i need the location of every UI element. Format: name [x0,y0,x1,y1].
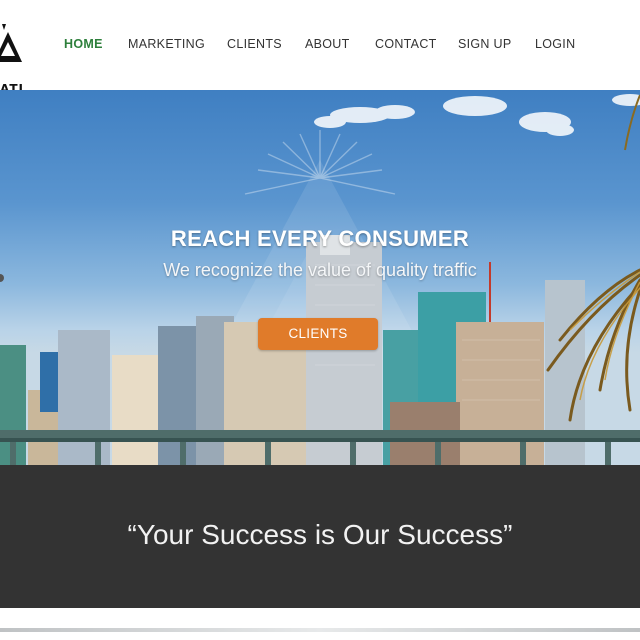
nav-home[interactable]: HOME [64,37,103,51]
logo[interactable]: ATI [0,18,40,96]
hero-subtitle: We recognize the value of quality traffi… [163,260,477,280]
nav-contact[interactable]: CONTACT [375,37,437,51]
nav-sign-up[interactable]: SIGN UP [458,37,512,51]
clients-button[interactable]: CLIENTS [258,318,378,350]
nav-login[interactable]: LOGIN [535,37,575,51]
hero-banner: REACH EVERY CONSUMER We recognize the va… [0,90,640,465]
footer-strip [0,608,640,640]
quote-section: “Your Success is Our Success” [0,465,640,608]
site-header: ATI HOME MARKETING CLIENTS ABOUT CONTACT… [0,0,640,96]
logo-triangle-icon [0,24,22,62]
nav-about[interactable]: ABOUT [305,37,350,51]
quote-text: “Your Success is Our Success” [127,519,513,550]
nav-marketing[interactable]: MARKETING [128,37,205,51]
nav-clients[interactable]: CLIENTS [227,37,282,51]
hero-title: REACH EVERY CONSUMER [170,226,470,251]
divider [0,628,640,632]
